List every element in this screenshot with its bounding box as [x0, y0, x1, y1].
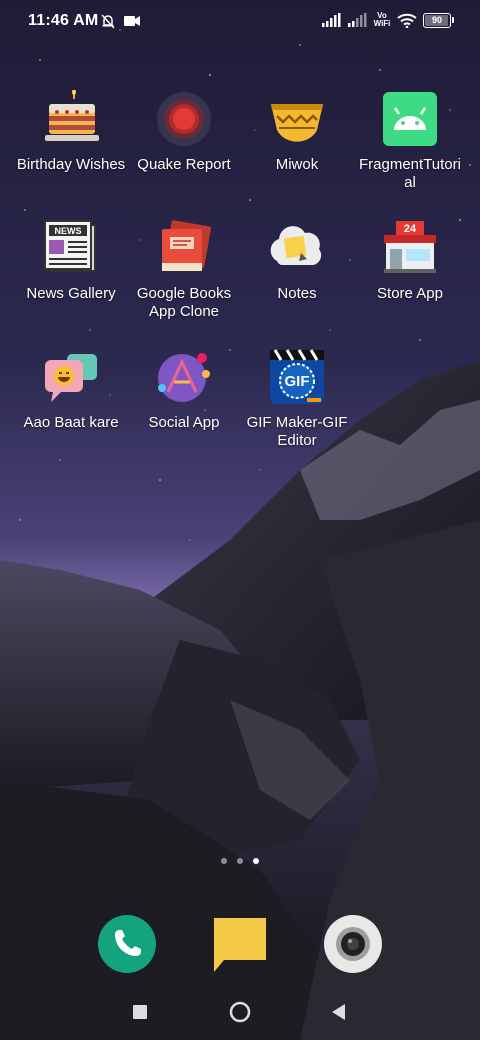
status-left-icons [100, 13, 144, 34]
app-label: Notes [277, 285, 317, 302]
home-circle-icon [229, 1001, 251, 1023]
app-google-books-clone[interactable]: Google Books App Clone [127, 219, 241, 321]
app-news-gallery[interactable]: NEWS News Gallery [14, 219, 128, 303]
signal-icon [322, 13, 341, 27]
app-label: FragmentTutorial [359, 156, 461, 191]
back-button[interactable] [318, 995, 358, 1029]
app-store-app[interactable]: 24 Store App [353, 219, 467, 303]
birthday-cake-icon [45, 90, 99, 141]
battery-level: 90 [431, 15, 442, 25]
app-miwok[interactable]: Miwok [240, 90, 354, 174]
chat-bubbles-icon [45, 354, 97, 402]
volte-wifi-icon: Vo WiFi [373, 11, 391, 28]
app-label: Aao Baat kare [23, 414, 119, 431]
app-quake-report[interactable]: Quake Report [127, 90, 241, 174]
social-app-icon [158, 353, 210, 402]
recents-button[interactable] [120, 995, 160, 1029]
status-right: Vo WiFi 90 [321, 12, 454, 28]
app-label: Store App [377, 285, 443, 302]
book-icon [162, 220, 212, 271]
app-label: Google Books App Clone [136, 285, 232, 320]
notifications-off-icon [101, 14, 115, 29]
android-icon [383, 92, 437, 146]
home-button[interactable] [220, 995, 260, 1029]
gif-icon-text: GIF [285, 373, 310, 390]
store-icon-text: 24 [404, 223, 417, 235]
news-icon-text: NEWS [55, 226, 82, 236]
recents-square-icon [133, 1005, 147, 1019]
back-triangle-icon [332, 1004, 345, 1020]
app-birthday-wishes[interactable]: Birthday Wishes [14, 90, 128, 174]
page-indicator [0, 858, 480, 864]
page-dot-active[interactable] [253, 858, 259, 864]
store-icon: 24 [384, 221, 436, 273]
notes-icon [270, 226, 322, 265]
app-label: Quake Report [137, 156, 231, 173]
navigation-bar [0, 985, 480, 1040]
messages-icon [214, 918, 266, 972]
dock-camera[interactable] [323, 914, 383, 974]
app-notes[interactable]: Notes [240, 219, 354, 303]
camera-icon [324, 915, 382, 973]
app-label: Birthday Wishes [16, 156, 126, 173]
wifi-icon [397, 13, 417, 28]
miwok-icon [271, 104, 323, 142]
quake-report-icon [157, 92, 211, 146]
signal-secondary-icon [348, 13, 367, 27]
app-fragmenttutorial[interactable]: FragmentTutorial [353, 90, 467, 192]
battery-icon: 90 [423, 12, 454, 28]
dock-messages[interactable] [210, 914, 270, 974]
app-gif-maker[interactable]: GIF GIF Maker-GIF Editor [240, 348, 354, 450]
app-social-app[interactable]: Social App [127, 348, 241, 432]
app-aao-baat-kare[interactable]: Aao Baat kare [14, 348, 128, 432]
video-recording-icon [124, 16, 140, 26]
page-dot[interactable] [237, 858, 243, 864]
newspaper-icon: NEWS [44, 220, 96, 272]
dock-phone[interactable] [97, 914, 157, 974]
page-dot[interactable] [221, 858, 227, 864]
status-time: 11:46 AM [28, 12, 99, 29]
app-label: Miwok [275, 156, 319, 173]
phone-icon [98, 915, 156, 973]
status-bar: 11:46 AM Vo WiFi 90 [0, 0, 480, 42]
app-label: GIF Maker-GIF Editor [246, 414, 348, 449]
app-label: Social App [148, 414, 220, 431]
app-label: News Gallery [26, 285, 116, 302]
gif-maker-icon: GIF [270, 349, 324, 404]
